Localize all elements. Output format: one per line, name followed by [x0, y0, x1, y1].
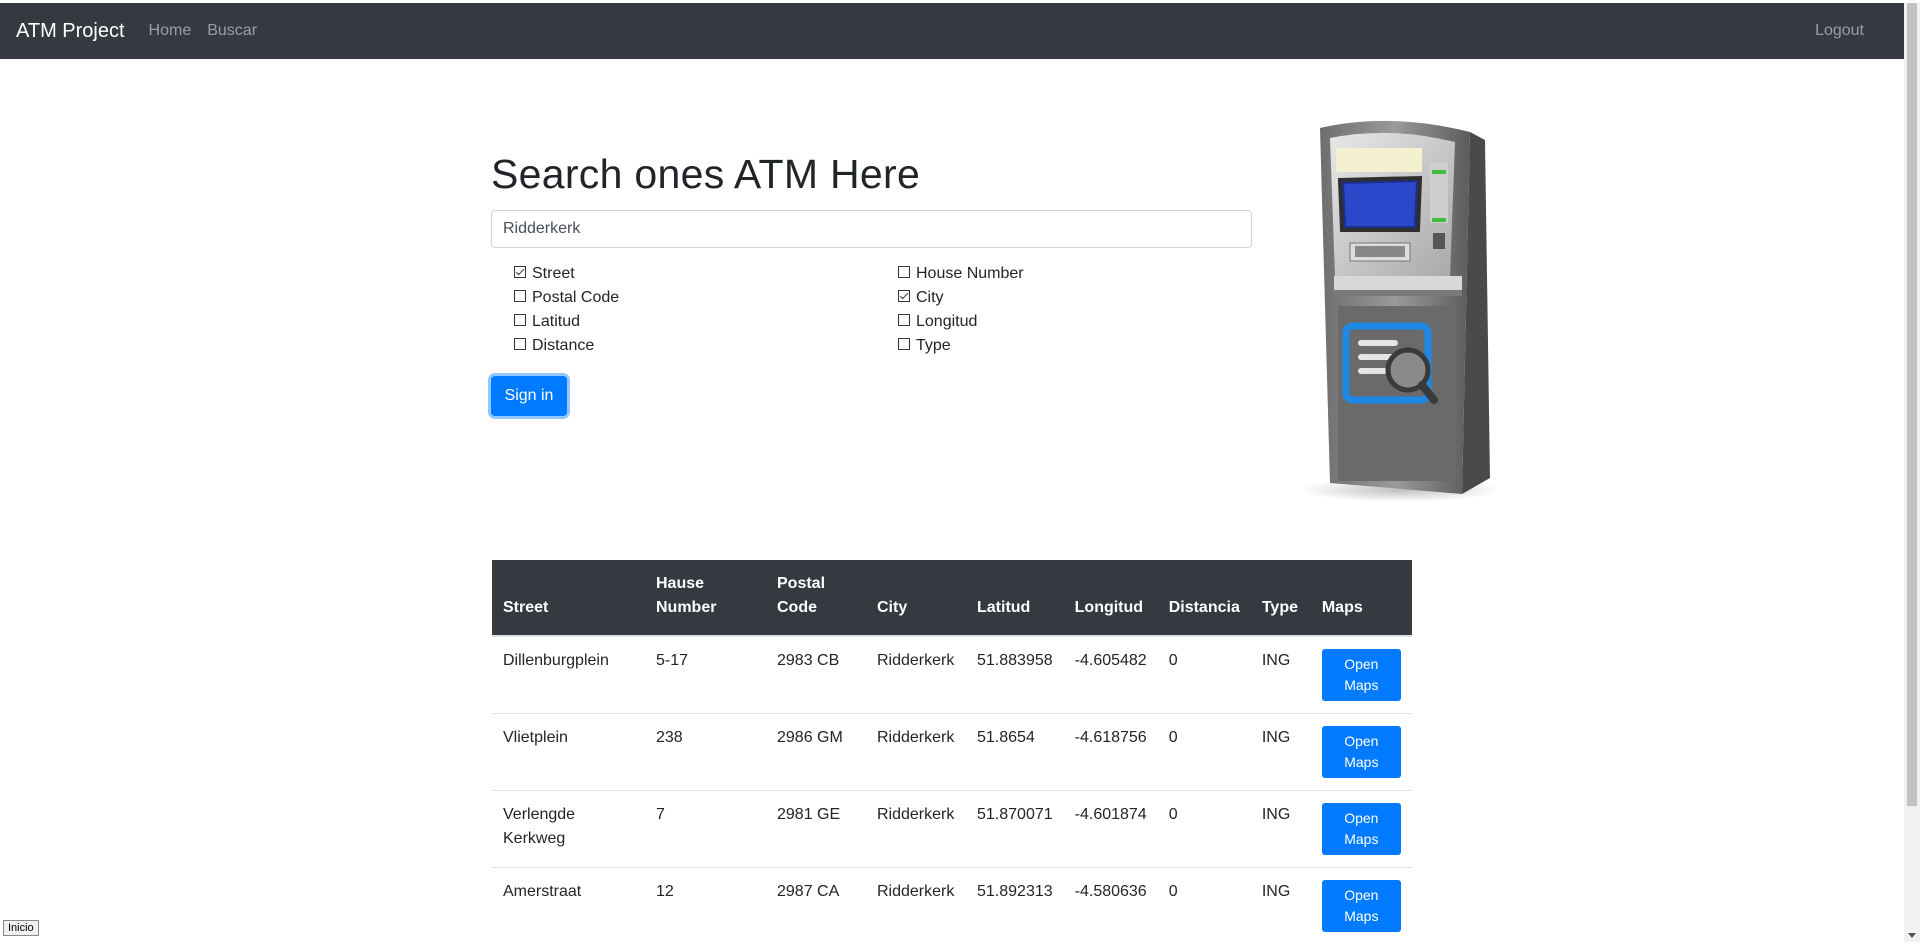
filter-distance[interactable]: Distance [514, 337, 594, 355]
city-checkbox[interactable] [898, 290, 910, 302]
results-table: Street Hause Number Postal Code City Lat… [492, 560, 1412, 945]
cell-street: Amerstraat [492, 867, 645, 945]
cell-number: 238 [645, 713, 766, 791]
open-maps-button[interactable]: Open Maps [1321, 880, 1401, 932]
cell-postal: 2987 CA [766, 867, 866, 945]
cell-distance: 0 [1157, 635, 1251, 714]
cell-street: Verlengde Kerkweg [492, 790, 645, 868]
col-city: City [866, 560, 966, 637]
cell-lng: -4.618756 [1063, 713, 1158, 791]
page-title: Search ones ATM Here [491, 151, 921, 197]
cell-street: Vlietplein [492, 713, 645, 791]
table-header-row: Street Hause Number Postal Code City Lat… [492, 560, 1412, 637]
col-longitud: Longitud [1063, 560, 1158, 637]
house-number-checkbox[interactable] [898, 266, 910, 278]
nav-home-link[interactable]: Home [149, 22, 192, 40]
cell-type: ING [1250, 790, 1311, 868]
cell-number: 5-17 [645, 635, 766, 714]
cell-type: ING [1250, 867, 1311, 945]
cell-city: Ridderkerk [866, 713, 966, 791]
filter-street[interactable]: Street [514, 265, 575, 283]
results-table-container: Street Hause Number Postal Code City Lat… [492, 560, 1412, 945]
cell-maps: Open Maps [1310, 635, 1412, 714]
cell-city: Ridderkerk [866, 635, 966, 714]
filter-latitud-label: Latitud [532, 313, 581, 330]
filter-longitud[interactable]: Longitud [898, 313, 977, 331]
street-checkbox[interactable] [514, 266, 526, 278]
postal-code-checkbox[interactable] [514, 290, 526, 302]
filter-type[interactable]: Type [898, 337, 951, 355]
cell-number: 12 [645, 867, 766, 945]
cell-lat: 51.892313 [966, 867, 1064, 945]
cell-city: Ridderkerk [866, 867, 966, 945]
cell-postal: 2983 CB [766, 635, 866, 714]
col-postal-code: Postal Code [766, 560, 866, 637]
filter-distance-label: Distance [532, 337, 595, 354]
table-row: Vlietplein 238 2986 GM Ridderkerk 51.865… [492, 713, 1412, 791]
filter-latitud[interactable]: Latitud [514, 313, 580, 331]
cell-lat: 51.870071 [966, 790, 1064, 868]
top-navbar: ATM Project Home Buscar Logout [0, 3, 1904, 59]
cell-lng: -4.601874 [1063, 790, 1158, 868]
nav-search-link[interactable]: Buscar [207, 22, 257, 40]
cell-lat: 51.883958 [966, 635, 1064, 714]
cell-street: Dillenburgplein [492, 635, 645, 714]
col-distancia: Distancia [1157, 560, 1251, 637]
table-row: Amerstraat 12 2987 CA Ridderkerk 51.8923… [492, 867, 1412, 945]
scrollbar-thumb[interactable] [1907, 3, 1917, 806]
sign-in-button[interactable]: Sign in [491, 376, 567, 416]
cell-lng: -4.605482 [1063, 635, 1158, 714]
filter-city-label: City [916, 289, 944, 306]
col-house-number: Hause Number [645, 560, 766, 637]
col-maps: Maps [1310, 560, 1412, 637]
brand-link[interactable]: ATM Project [16, 20, 125, 43]
open-maps-button[interactable]: Open Maps [1321, 803, 1401, 855]
cell-distance: 0 [1157, 713, 1251, 791]
vertical-scrollbar[interactable] [1904, 3, 1920, 942]
filter-postal-code[interactable]: Postal Code [514, 289, 619, 307]
cell-postal: 2986 GM [766, 713, 866, 791]
cell-distance: 0 [1157, 790, 1251, 868]
cell-postal: 2981 GE [766, 790, 866, 868]
cell-lng: -4.580636 [1063, 867, 1158, 945]
table-row: Dillenburgplein 5-17 2983 CB Ridderkerk … [492, 635, 1412, 714]
longitud-checkbox[interactable] [898, 314, 910, 326]
scroll-down-arrow-icon[interactable] [1908, 933, 1916, 938]
cell-city: Ridderkerk [866, 790, 966, 868]
distance-checkbox[interactable] [514, 338, 526, 350]
col-type: Type [1250, 560, 1311, 637]
cell-maps: Open Maps [1310, 713, 1412, 791]
col-latitud: Latitud [966, 560, 1064, 637]
atm-machine-icon [1290, 118, 1510, 508]
cell-type: ING [1250, 635, 1311, 714]
cell-lat: 51.8654 [966, 713, 1064, 791]
filter-postal-code-label: Postal Code [532, 289, 620, 306]
cell-maps: Open Maps [1310, 790, 1412, 868]
cell-distance: 0 [1157, 867, 1251, 945]
filter-house-number[interactable]: House Number [898, 265, 1024, 283]
filter-house-number-label: House Number [916, 265, 1024, 282]
table-row: Verlengde Kerkweg 7 2981 GE Ridderkerk 5… [492, 790, 1412, 868]
cell-maps: Open Maps [1310, 867, 1412, 945]
open-maps-button[interactable]: Open Maps [1321, 726, 1401, 778]
type-checkbox[interactable] [898, 338, 910, 350]
col-street: Street [492, 560, 645, 637]
open-maps-button[interactable]: Open Maps [1321, 649, 1401, 701]
cell-number: 7 [645, 790, 766, 868]
logout-link[interactable]: Logout [1815, 22, 1864, 40]
cell-type: ING [1250, 713, 1311, 791]
status-tooltip: Inicio [3, 920, 39, 936]
filter-longitud-label: Longitud [916, 313, 978, 330]
latitud-checkbox[interactable] [514, 314, 526, 326]
search-input[interactable] [491, 210, 1252, 248]
filter-type-label: Type [916, 337, 951, 354]
filter-city[interactable]: City [898, 289, 944, 307]
filter-street-label: Street [532, 265, 575, 282]
